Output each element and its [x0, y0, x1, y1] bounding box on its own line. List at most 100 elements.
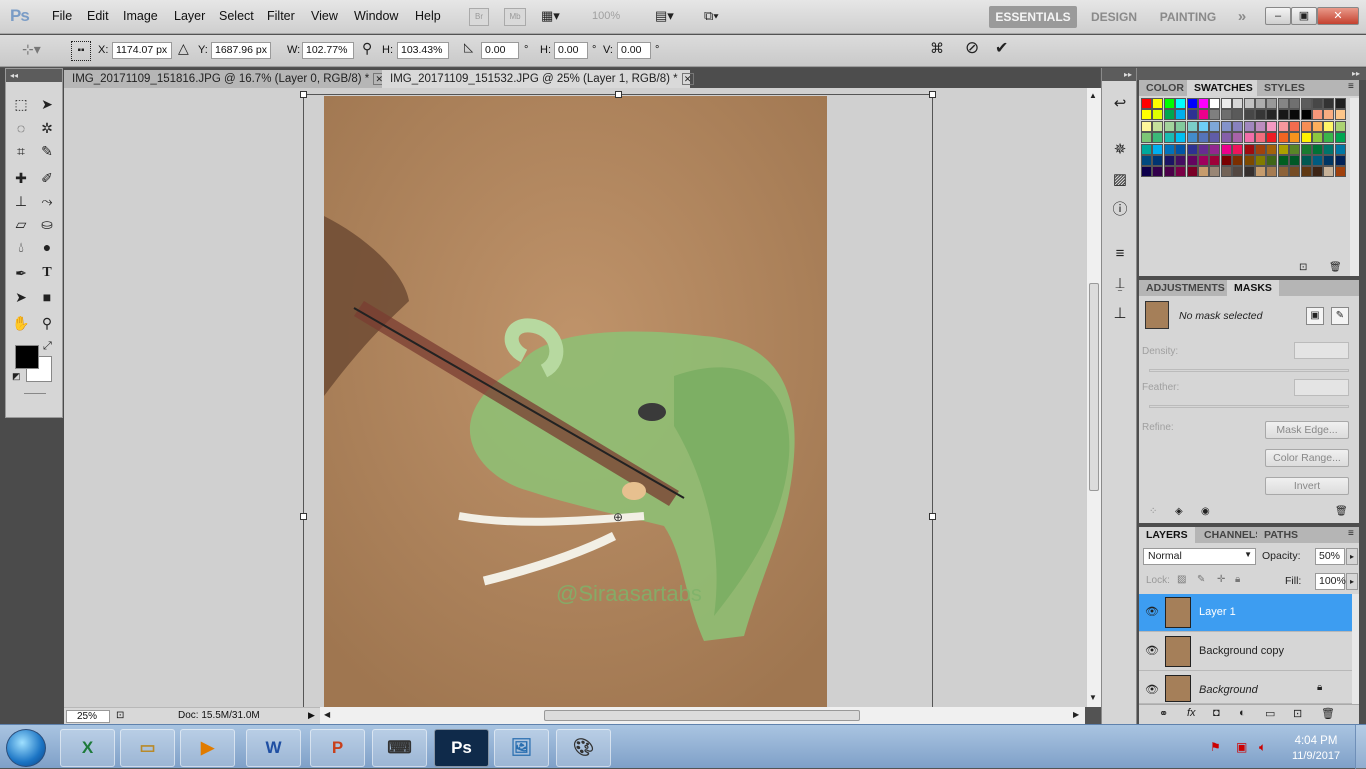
default-colors-icon[interactable]: ◩	[12, 371, 21, 382]
zoom-options-icon[interactable]: ⊡	[116, 710, 124, 721]
menu-layer[interactable]: Layer	[174, 9, 205, 23]
color-swatch[interactable]	[1266, 109, 1278, 121]
color-swatch[interactable]	[1255, 109, 1266, 121]
color-swatch[interactable]	[1152, 120, 1164, 132]
link-layers-icon[interactable]: ⚭	[1159, 707, 1168, 720]
path-selection-tool-icon[interactable]: ➤	[10, 286, 32, 308]
eyedropper-tool-icon[interactable]: ✎	[36, 140, 58, 162]
link-icon[interactable]: ⚲	[362, 40, 372, 57]
status-menu-icon[interactable]: ▶	[308, 710, 315, 721]
color-swatch[interactable]	[1141, 166, 1152, 178]
color-swatch[interactable]	[1289, 143, 1301, 155]
horizontal-scrollbar[interactable]: ◀ ▶	[320, 707, 1085, 724]
color-swatch[interactable]	[1175, 132, 1187, 144]
color-swatch[interactable]	[1152, 109, 1164, 121]
rotate-input[interactable]: 0.00	[481, 42, 519, 59]
layer-row-background-copy[interactable]: 👁︎ Background copy	[1139, 633, 1352, 671]
menu-file[interactable]: File	[52, 9, 72, 23]
cancel-transform-icon[interactable]: ⊘	[965, 38, 979, 58]
color-swatch[interactable]	[1323, 155, 1335, 166]
color-swatch[interactable]	[1312, 132, 1323, 144]
delete-swatch-icon[interactable]: 🗑︎	[1329, 262, 1342, 273]
arrange-documents-icon[interactable]: ▤▾	[655, 8, 674, 24]
color-swatch[interactable]	[1243, 120, 1255, 132]
tray-volume-icon[interactable]: 🔈︎	[1259, 740, 1266, 755]
lock-transparent-icon[interactable]: ▨	[1177, 574, 1186, 585]
tab-swatches[interactable]: SWATCHES	[1187, 80, 1260, 96]
tab-masks[interactable]: MASKS	[1227, 280, 1279, 296]
color-swatch[interactable]	[1232, 143, 1244, 155]
vertical-scrollbar[interactable]: ▲ ▼	[1086, 88, 1101, 707]
document-tab-active[interactable]: IMG_20171109_151532.JPG @ 25% (Layer 1, …	[382, 70, 694, 88]
color-range-button[interactable]: Color Range...	[1265, 449, 1349, 467]
color-swatch[interactable]	[1209, 109, 1221, 121]
lock-position-icon[interactable]: ✛	[1217, 574, 1225, 585]
clock-time[interactable]: 4:04 PM	[1286, 735, 1346, 747]
screen-mode-icon[interactable]: ⧉▾	[704, 8, 719, 24]
color-swatch[interactable]	[1300, 109, 1312, 121]
new-swatch-icon[interactable]: ⊡	[1299, 262, 1307, 273]
mini-bridge-button[interactable]: Mb	[504, 8, 526, 26]
color-swatch[interactable]	[1312, 120, 1323, 132]
color-swatch[interactable]	[1334, 166, 1346, 178]
scroll-right-icon[interactable]: ▶	[1073, 710, 1079, 719]
menu-filter[interactable]: Filter	[267, 9, 295, 23]
tab-paths[interactable]: PATHS	[1257, 527, 1306, 543]
color-swatch[interactable]	[1163, 143, 1175, 155]
layer-row-background[interactable]: 👁︎ Background 🔒︎	[1139, 672, 1352, 704]
lock-image-icon[interactable]: ✎	[1197, 574, 1205, 585]
color-swatch[interactable]	[1334, 120, 1346, 132]
color-swatch[interactable]	[1312, 155, 1323, 166]
taskbar-explorer[interactable]: ▭	[120, 729, 175, 767]
color-swatch[interactable]	[1220, 143, 1232, 155]
fill-input[interactable]: 100%	[1315, 573, 1346, 590]
color-swatch[interactable]	[1232, 132, 1244, 144]
color-swatch[interactable]	[1232, 155, 1244, 166]
color-swatch[interactable]	[1198, 120, 1209, 132]
fill-slider-icon[interactable]: ▸	[1346, 573, 1358, 590]
delta-icon[interactable]: △	[178, 40, 189, 57]
opacity-input[interactable]: 50%	[1315, 548, 1345, 565]
color-swatch[interactable]	[1198, 98, 1209, 109]
eraser-tool-icon[interactable]: ▱	[10, 213, 32, 235]
taskbar-keyboard[interactable]: ⌨	[372, 729, 427, 767]
color-swatch[interactable]	[1186, 143, 1198, 155]
menu-select[interactable]: Select	[219, 9, 254, 23]
color-swatch[interactable]	[1163, 120, 1175, 132]
color-swatch[interactable]	[1266, 98, 1278, 109]
layers-scrollbar[interactable]	[1352, 594, 1359, 704]
color-swatch[interactable]	[1289, 155, 1301, 166]
vector-mask-icon[interactable]: ✎	[1331, 307, 1349, 325]
color-swatch[interactable]	[1243, 132, 1255, 144]
color-swatch[interactable]	[1300, 132, 1312, 144]
visibility-eye-icon[interactable]: 👁︎	[1145, 644, 1159, 657]
lock-all-icon[interactable]: 🔒︎	[1235, 574, 1240, 585]
pen-tool-icon[interactable]: ✒	[10, 262, 32, 284]
w-input[interactable]: 102.77%	[302, 42, 354, 59]
color-swatch[interactable]	[1323, 109, 1335, 121]
menu-image[interactable]: Image	[123, 9, 158, 23]
color-swatch[interactable]	[1220, 109, 1232, 121]
color-swatch[interactable]	[1289, 109, 1301, 121]
paint-bucket-tool-icon[interactable]: ⛀	[36, 213, 58, 235]
move-tool-icon[interactable]: ➤	[36, 93, 58, 115]
color-swatch[interactable]	[1289, 132, 1301, 144]
v-skew-input[interactable]: 0.00	[617, 42, 651, 59]
hand-tool-icon[interactable]: ✋	[10, 312, 32, 334]
color-swatch[interactable]	[1163, 166, 1175, 178]
h-skew-input[interactable]: 0.00	[554, 42, 588, 59]
free-transform-box[interactable]: ⊕	[300, 91, 936, 714]
taskbar-excel[interactable]: X	[60, 729, 115, 767]
commit-transform-icon[interactable]: ✔	[995, 38, 1008, 58]
workspace-painting[interactable]: PAINTING	[1152, 6, 1224, 28]
color-swatch[interactable]	[1163, 109, 1175, 121]
taskbar-paint[interactable]: 🎨︎	[556, 729, 611, 767]
color-swatch[interactable]	[1334, 109, 1346, 121]
color-swatch[interactable]	[1220, 120, 1232, 132]
workspace-design[interactable]: DESIGN	[1085, 6, 1143, 28]
color-swatch[interactable]	[1255, 120, 1266, 132]
delete-mask-icon[interactable]: 🗑︎	[1335, 506, 1348, 517]
magic-wand-tool-icon[interactable]: ✲	[36, 117, 58, 139]
tab-layers[interactable]: LAYERS	[1139, 527, 1195, 543]
pixel-mask-icon[interactable]: ▣	[1306, 307, 1324, 325]
